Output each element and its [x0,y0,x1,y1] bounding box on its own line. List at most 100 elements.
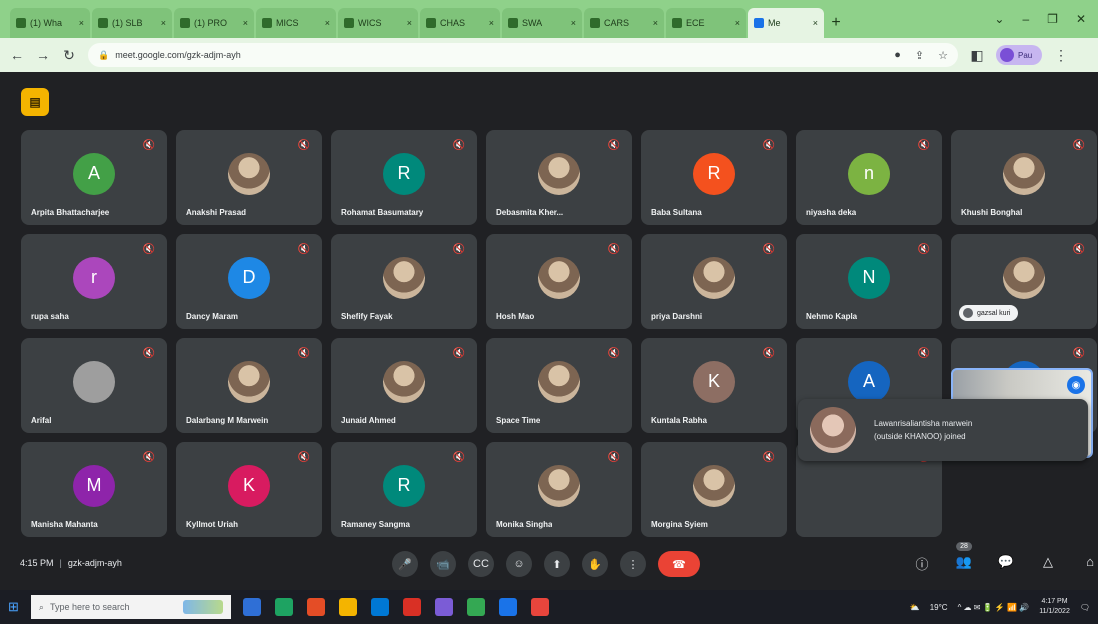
taskbar-app-icon[interactable] [498,598,517,616]
participant-tile[interactable]: 🔇 R Ramaney Sangma [331,442,477,537]
tab-close-icon[interactable]: × [653,18,658,28]
windows-taskbar: ⊞ ⌕ Type here to search ⛅ 19°C ^ ☁ ✉ 🔋 ⚡… [0,590,1098,624]
browser-tab[interactable]: SWA × [502,8,582,38]
microphone-button[interactable]: 🎤 [392,551,418,577]
taskbar-app-icon[interactable] [370,598,389,616]
captions-button[interactable]: CC [468,551,494,577]
back-icon[interactable]: ← [10,47,24,63]
tab-close-icon[interactable]: × [571,18,576,28]
participant-avatar: M [73,464,115,507]
browser-tab[interactable]: ECE × [666,8,746,38]
participant-tile[interactable]: 🔇 Morgina Syiem [641,442,787,537]
participant-avatar: R [693,152,735,195]
windows-start-icon[interactable]: ⊞ [8,599,19,615]
bookmark-star-icon[interactable]: ☆ [938,49,948,62]
participant-tile[interactable]: 🔇 priya Darshni [641,234,787,329]
activities-button[interactable]: △ [1038,554,1058,573]
tab-close-icon[interactable]: × [79,18,84,28]
taskbar-app-icon[interactable] [530,598,549,616]
emoji-button[interactable]: ☺ [506,551,532,577]
participant-tile[interactable]: 🔇 K Kuntala Rabha [641,338,787,433]
taskbar-app-icon[interactable] [242,598,261,616]
maximize-button[interactable]: ❐ [1047,12,1058,26]
tab-close-icon[interactable]: × [489,18,494,28]
taskbar-search-input[interactable]: ⌕ Type here to search [30,595,231,619]
tab-close-icon[interactable]: × [161,18,166,28]
people-button[interactable]: 28 👥 [954,542,974,573]
participant-tile[interactable]: 🔇 Khushi Bonghal [951,130,1097,225]
taskbar-app-icon[interactable] [306,598,325,616]
participant-tile[interactable]: 🔇 Monika Singha [486,442,632,537]
leave-call-button[interactable]: ☎ [658,551,700,577]
browser-tab[interactable]: (1) PRO × [174,8,254,38]
muted-mic-icon: 🔇 [452,348,465,359]
present-button[interactable]: ⬆ [544,551,570,577]
tab-close-icon[interactable]: × [735,18,740,28]
participant-tile[interactable]: 🔇 Junaid Ahmed [331,338,477,433]
participant-tile[interactable]: 🔇 Hosh Mao [486,234,632,329]
participant-tile[interactable]: 🔇 A Arpita Bhattacharjee [21,130,167,225]
participant-tile[interactable]: 🔇 M Manisha Mahanta [21,442,167,537]
participant-tile[interactable]: 🔇 D Dancy Maram [176,234,322,329]
tray-icons[interactable]: ^ ☁ ✉ 🔋 ⚡ 📶 🔊 [958,603,1030,612]
forward-icon[interactable]: → [36,47,50,63]
participant-tile[interactable]: 🔇 n niyasha deka [796,130,942,225]
tab-close-icon[interactable]: × [243,18,248,28]
weather-icon[interactable]: ⛅ [910,603,920,612]
participant-name: priya Darshni [651,312,703,321]
participant-tile[interactable]: 🔇 Shefify Fayak [331,234,477,329]
browser-tab[interactable]: CHAS × [420,8,500,38]
toast-line-1: Lawanrisaliantisha marwein [874,419,973,428]
browser-menu-icon[interactable]: ⋮ [1054,47,1068,64]
taskbar-app-icon[interactable] [338,598,357,616]
camera-button[interactable]: 📹 [430,551,456,577]
participant-tile[interactable]: 🔇 Space Time [486,338,632,433]
taskbar-app-icon[interactable] [466,598,485,616]
participant-tile[interactable]: 🔇 Dalarbang M Marwein [176,338,322,433]
tab-search-icon[interactable]: ⌄ [994,12,1004,26]
share-icon[interactable]: ⇪ [915,49,924,62]
browser-tab[interactable]: (1) Wha × [10,8,90,38]
browser-tab-bar: (1) Wha × (1) SLB × (1) PRO × MICS × WICS × CHAS × S… [0,0,1098,38]
camera-icon[interactable]: ● [894,49,901,62]
notifications-icon[interactable]: 🗨 [1080,603,1090,612]
browser-tab[interactable]: Me × [748,8,824,38]
tab-close-icon[interactable]: × [325,18,330,28]
participant-name: Anakshi Prasad [186,208,247,217]
pinned-name-pill[interactable]: gazsal kuri [959,305,1019,321]
participant-tile[interactable]: 🔇 Debasmita Kher... [486,130,632,225]
browser-tab[interactable]: WICS × [338,8,418,38]
minimize-button[interactable]: – [1022,12,1029,26]
weather-temp[interactable]: 19°C [930,603,948,612]
participant-tile[interactable]: 🔇 Arifal [21,338,167,433]
more-options-button[interactable]: ⋮ [620,551,646,577]
participant-tile[interactable]: 🔇 gazsal kuri [951,234,1097,329]
participant-tile[interactable]: 🔇 N Nehmo Kapla [796,234,942,329]
browser-tab[interactable]: (1) SLB × [92,8,172,38]
raise-hand-button[interactable]: ✋ [582,551,608,577]
taskbar-app-icon[interactable] [402,598,421,616]
meet-activities-icon[interactable]: ▤ [21,88,49,116]
close-window-button[interactable]: ✕ [1076,12,1086,26]
chat-button[interactable]: 💬 [996,554,1016,573]
participant-avatar [1003,152,1045,195]
browser-tab[interactable]: CARS × [584,8,664,38]
profile-button[interactable]: Pau [996,45,1042,65]
url-input[interactable]: 🔒 meet.google.com/gzk-adjm-ayh ● ⇪ ☆ [88,43,958,67]
browser-tab[interactable]: MICS × [256,8,336,38]
clock[interactable]: 4:17 PM 11/1/2022 [1039,597,1070,617]
sidebar-icon[interactable]: ◧ [970,47,984,64]
tab-close-icon[interactable]: × [813,18,818,28]
participant-tile[interactable]: 🔇 Anakshi Prasad [176,130,322,225]
tab-close-icon[interactable]: × [407,18,412,28]
new-tab-button[interactable]: + [826,8,846,38]
meeting-details-button[interactable]: ⓘ [912,554,932,573]
reload-icon[interactable]: ↻ [62,47,76,64]
taskbar-app-icon[interactable] [434,598,453,616]
participant-tile[interactable]: 🔇 R Rohamat Basumatary [331,130,477,225]
taskbar-app-icon[interactable] [274,598,293,616]
host-controls-button[interactable]: ⌂ [1080,554,1098,573]
participant-tile[interactable]: 🔇 r rupa saha [21,234,167,329]
participant-tile[interactable]: 🔇 K Kyllmot Uriah [176,442,322,537]
participant-tile[interactable]: 🔇 R Baba Sultana [641,130,787,225]
